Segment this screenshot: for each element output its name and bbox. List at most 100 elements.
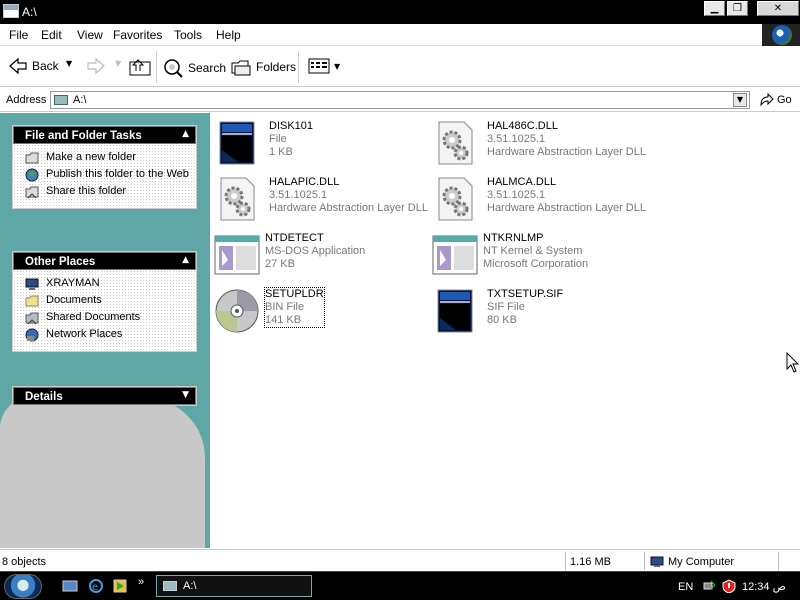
dll-gear-icon [436,176,482,224]
taskbar-button-a-drive[interactable]: A:\ [156,575,312,597]
address-dropdown-icon[interactable]: ▼ [733,93,747,107]
menu-file[interactable]: File [9,28,28,42]
file-item[interactable]: NTDETECT MS-DOS Application 27 KB [214,230,429,282]
go-button[interactable]: Go [758,93,792,107]
my-computer-icon [650,556,664,567]
file-detail: BIN File [265,301,305,313]
file-item[interactable]: SETUPLDR BIN File 141 KB [214,286,429,338]
task-share-folder[interactable]: Share this folder [25,185,192,199]
search-button[interactable]: Search [162,57,226,79]
forward-dropdown-icon[interactable]: ▼ [115,59,121,68]
file-folder-tasks-header[interactable]: File and Folder Tasks ▲ [13,126,196,144]
file-item[interactable]: HAL486C.DLL 3.51.1025.1 Hardware Abstracti… [436,118,651,170]
other-places-panel: Other Places ▲ XRAYMAN Documents Shared … [12,251,197,352]
file-detail: 3.51.1025.1 [487,189,546,201]
file-detail: File [269,133,287,145]
menu-tools[interactable]: Tools [174,28,202,42]
go-arrow-icon [760,93,774,107]
file-item[interactable]: NTKRNLMP NT Kernel & System Microsoft Corp… [432,230,647,282]
mouse-cursor-icon [786,352,800,373]
file-icon [436,288,482,336]
toolbar-separator [298,51,299,83]
quicklaunch-chevron[interactable]: » [138,576,144,588]
file-detail: 3.51.1025.1 [487,133,546,145]
task-label: Make a new folder [46,151,136,163]
expand-icon[interactable]: ▼ [182,390,189,400]
file-text: NTKRNLMP NT Kernel & System Microsoft Corp… [483,232,588,271]
status-object-count: 8 objects [2,556,47,568]
title-bar: A:\ ▁ ❐ ✕ [0,0,800,24]
menu-help[interactable]: Help [216,28,241,42]
file-item[interactable]: DISK101 File 1 KB [218,118,433,170]
file-detail: MS-DOS Application [265,245,366,257]
computer-icon [25,278,39,290]
file-folder-tasks-panel: File and Folder Tasks ▲ Make a new folde… [12,125,197,209]
up-folder-button[interactable] [128,57,156,77]
floppy-drive-icon [54,95,68,105]
views-button[interactable]: ▼ [308,57,340,75]
file-name: HAL486C.DLL [487,120,558,132]
network-tray-icon[interactable] [702,579,716,593]
place-documents[interactable]: Documents [25,294,192,308]
close-button[interactable]: ✕ [757,1,799,16]
menu-favorites[interactable]: Favorites [113,28,162,42]
back-button[interactable]: Back [8,57,59,75]
task-make-new-folder[interactable]: Make a new folder [25,151,192,165]
file-text: SETUPLDR BIN File 141 KB [264,287,325,328]
internet-explorer-icon[interactable]: e [88,578,104,594]
maximize-button[interactable]: ❐ [727,1,748,16]
details-header[interactable]: Details ▼ [13,387,196,405]
collapse-icon[interactable]: ▲ [182,255,189,265]
menu-bar: File Edit View Favorites Tools Help [0,24,800,46]
file-name: NTDETECT [265,232,324,244]
file-item[interactable]: TXTSETUP.SIF SIF File 80 KB [436,286,651,338]
place-shared-documents[interactable]: Shared Documents [25,311,192,325]
menu-view[interactable]: View [77,28,103,42]
new-folder-icon [25,152,39,164]
task-publish-folder[interactable]: Publish this folder to the Web [25,168,192,182]
search-icon [164,59,183,78]
file-list: DISK101 File 1 KB HAL486C.DLL 3.51.1025.1 Har… [210,113,800,548]
minimize-button[interactable]: ▁ [704,1,725,16]
menu-edit[interactable]: Edit [41,28,62,42]
file-detail: 27 KB [265,258,295,270]
panel-title: Details [25,391,63,403]
details-panel: Details ▼ [12,386,197,406]
shared-documents-icon [25,312,39,325]
file-detail: Hardware Abstraction Layer DLL [487,202,646,214]
go-label: Go [777,94,792,106]
toolbar-separator [156,51,157,83]
start-button[interactable] [4,574,42,599]
other-places-header[interactable]: Other Places ▲ [13,252,196,270]
file-icon [218,120,264,168]
background-shape [0,398,205,548]
folders-label: Folders [256,60,297,74]
forward-button[interactable] [86,57,110,75]
place-xrayman[interactable]: XRAYMAN [25,277,192,291]
drive-icon [163,581,177,591]
folders-button[interactable]: Folders [230,57,296,77]
status-location: My Computer [650,556,734,568]
file-name: DISK101 [269,120,314,132]
media-player-icon[interactable] [112,578,128,594]
file-text: DISK101 File 1 KB [269,120,313,159]
file-item[interactable]: HALAPIC.DLL 3.51.1025.1 Hardware Abstracti… [218,174,433,226]
status-size: 1.16 MB [570,556,611,568]
show-desktop-icon[interactable] [62,578,78,594]
place-network-places[interactable]: Network Places [25,328,192,342]
address-input[interactable]: A:\ ▼ [50,91,750,109]
collapse-icon[interactable]: ▲ [182,129,189,139]
place-label: Documents [46,294,102,306]
panel-title: File and Folder Tasks [25,130,142,142]
back-dropdown-icon[interactable]: ▼ [66,59,72,68]
security-alert-icon[interactable] [722,579,736,593]
language-indicator[interactable]: EN [678,581,693,593]
status-divider [778,552,779,570]
file-detail: Hardware Abstraction Layer DLL [487,146,646,158]
file-name: HALAPIC.DLL [269,176,340,188]
task-label: Publish this folder to the Web [46,168,189,180]
views-icon [308,58,330,74]
file-item[interactable]: HALMCA.DLL 3.51.1025.1 Hardware Abstractio… [436,174,651,226]
system-tray: EN 12:34 ص [672,572,800,600]
file-name: HALMCA.DLL [487,176,557,188]
